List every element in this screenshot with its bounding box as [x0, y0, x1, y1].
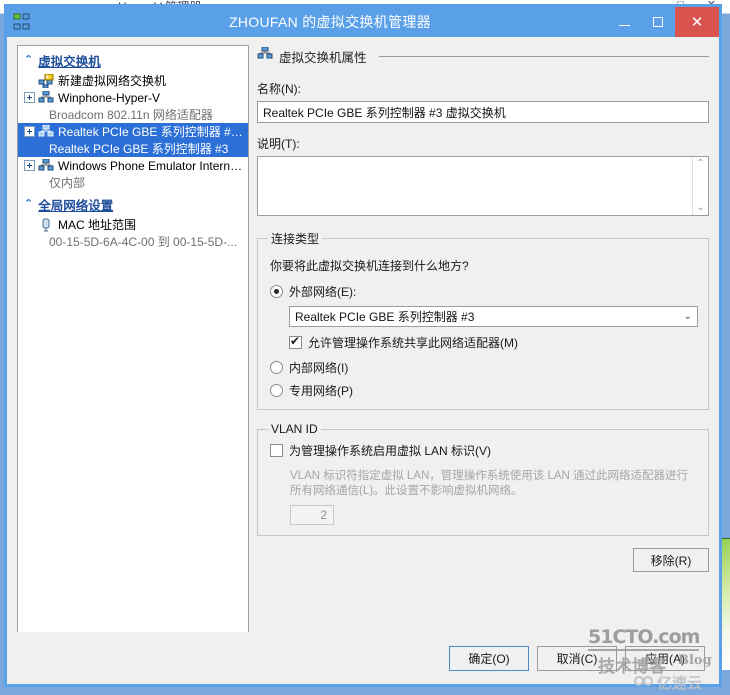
section-title: 虚拟交换机属性 [279, 51, 367, 65]
tree-item-mac-address-range[interactable]: MAC 地址范围 [18, 216, 248, 233]
radio-external-network[interactable]: 外部网络(E): [270, 283, 698, 300]
section-header: 虚拟交换机属性 [257, 46, 709, 66]
tree-item-winphone-hyperv[interactable]: Winphone-Hyper-V [18, 89, 248, 106]
title-bar[interactable]: ZHOUFAN 的虚拟交换机管理器 ✕ [7, 7, 719, 37]
virtual-switch-icon [38, 158, 54, 173]
allow-management-os-share-checkbox[interactable]: 允许管理操作系统共享此网络适配器(M) [289, 334, 698, 351]
cancel-button[interactable]: 取消(C) [537, 645, 617, 671]
radio-label: 内部网络(I) [289, 361, 349, 375]
radio-icon[interactable] [270, 361, 283, 374]
new-virtual-switch-icon [38, 73, 54, 88]
section-divider [378, 56, 709, 57]
tree-item-label: 新建虚拟网络交换机 [58, 74, 167, 88]
switch-name-input[interactable]: Realtek PCIe GBE 系列控制器 #3 虚拟交换机 [257, 101, 709, 123]
scroll-up-icon[interactable]: ⌃ [696, 159, 704, 169]
tree-item-wp-emulator-internal[interactable]: Windows Phone Emulator Internal ... [18, 157, 248, 174]
window-controls: ✕ [607, 7, 719, 37]
checkbox-icon[interactable] [270, 444, 283, 457]
apply-button[interactable]: 应用(A) [625, 645, 705, 671]
tree-subitem-mac-range-value[interactable]: 00-15-5D-6A-4C-00 到 00-15-5D-... [18, 233, 248, 250]
enable-vlan-checkbox[interactable]: 为管理操作系统启用虚拟 LAN 标识(V) [270, 442, 698, 459]
chevron-down-icon: ⌄ [683, 311, 692, 322]
checkbox-icon-checked[interactable] [289, 334, 302, 349]
tree-group-label: 全局网络设置 [38, 199, 114, 213]
tree-group-global-network-settings[interactable]: ⌃ 全局网络设置 [18, 193, 248, 216]
scroll-down-icon[interactable]: ⌄ [696, 203, 704, 213]
virtual-switch-properties-pane: 虚拟交换机属性 名称(N): Realtek PCIe GBE 系列控制器 #3… [257, 45, 709, 640]
radio-label: 外部网络(E): [289, 285, 357, 299]
tree-item-label: Realtek PCIe GBE 系列控制器 #3 ... [58, 125, 248, 139]
virtual-switch-icon [13, 13, 31, 31]
checkbox-label: 为管理操作系统启用虚拟 LAN 标识(V) [289, 444, 492, 458]
chevron-up-icon: ⌃ [24, 198, 34, 210]
description-scrollbar[interactable]: ⌃ ⌄ [692, 157, 708, 215]
name-label: 名称(N): [257, 82, 301, 96]
description-label: 说明(T): [257, 137, 300, 151]
radio-icon[interactable] [270, 384, 283, 397]
virtual-switch-icon [257, 46, 273, 66]
tree-item-new-virtual-switch[interactable]: 新建虚拟网络交换机 [18, 72, 248, 89]
virtual-switch-icon [38, 124, 54, 139]
remove-button-row: 移除(R) [257, 548, 709, 572]
switch-name-value: Realtek PCIe GBE 系列控制器 #3 虚拟交换机 [263, 105, 506, 120]
remove-button[interactable]: 移除(R) [633, 548, 709, 572]
virtual-switch-manager-dialog: ZHOUFAN 的虚拟交换机管理器 ✕ ⌃ 虚拟交换机 新建虚拟网络交换机 Wi… [4, 4, 722, 687]
vlan-id-group: VLAN ID 为管理操作系统启用虚拟 LAN 标识(V) VLAN 标识符指定… [257, 422, 709, 536]
external-adapter-value: Realtek PCIe GBE 系列控制器 #3 [295, 310, 475, 324]
close-button[interactable]: ✕ [675, 7, 719, 37]
radio-icon-selected[interactable] [270, 285, 283, 298]
tree-item-label: MAC 地址范围 [58, 218, 137, 232]
tree-subitem-internal-only[interactable]: 仅内部 [18, 174, 248, 191]
radio-private-network[interactable]: 专用网络(P) [270, 382, 698, 399]
expand-icon[interactable] [24, 92, 35, 103]
vlan-hint-text: VLAN 标识符指定虚拟 LAN，管理操作系统使用该 LAN 通过此网络适配器进… [290, 470, 689, 497]
minimize-button[interactable] [607, 7, 641, 37]
virtual-switch-icon [38, 90, 54, 105]
tree-subitem-label: Realtek PCIe GBE 系列控制器 #3 [49, 142, 229, 156]
tree-subitem-label: 仅内部 [49, 176, 86, 190]
radio-label: 专用网络(P) [289, 384, 353, 398]
connection-type-legend: 连接类型 [271, 232, 320, 246]
vlan-id-input[interactable]: 2 [290, 505, 334, 525]
mac-address-icon [38, 218, 54, 232]
screen: Hyper-V 管理器 ─ □ ✕ ZHOUFAN 的虚拟交换机管理器 ✕ [0, 0, 730, 695]
checkbox-label: 允许管理操作系统共享此网络适配器(M) [308, 336, 518, 350]
connection-type-question: 你要将此虚拟交换机连接到什么地方? [270, 259, 469, 273]
navigation-tree[interactable]: ⌃ 虚拟交换机 新建虚拟网络交换机 Winphone-Hyper-V Broad… [17, 45, 249, 640]
expand-icon[interactable] [24, 126, 35, 137]
external-adapter-select[interactable]: Realtek PCIe GBE 系列控制器 #3 ⌄ [289, 306, 698, 327]
tree-group-virtual-switches[interactable]: ⌃ 虚拟交换机 [18, 49, 248, 72]
description-textarea[interactable]: ⌃ ⌄ [257, 156, 709, 216]
maximize-button[interactable] [641, 7, 675, 37]
vlan-id-value: 2 [320, 508, 327, 522]
tree-subitem-label: 00-15-5D-6A-4C-00 到 00-15-5D-... [49, 235, 238, 249]
tree-subitem-label: Broadcom 802.11n 网络适配器 [49, 108, 213, 122]
close-icon: ✕ [690, 13, 704, 31]
expand-icon[interactable] [24, 160, 35, 171]
tree-item-label: Windows Phone Emulator Internal ... [58, 158, 248, 173]
radio-internal-network[interactable]: 内部网络(I) [270, 359, 698, 376]
connection-type-group: 连接类型 你要将此虚拟交换机连接到什么地方? 外部网络(E): Realtek … [257, 230, 709, 410]
chevron-up-icon: ⌃ [24, 54, 34, 66]
tree-group-label: 虚拟交换机 [38, 55, 101, 69]
tree-subitem-broadcom-adapter[interactable]: Broadcom 802.11n 网络适配器 [18, 106, 248, 123]
tree-subitem-realtek-adapter[interactable]: Realtek PCIe GBE 系列控制器 #3 [18, 140, 248, 157]
tree-item-realtek-switch[interactable]: Realtek PCIe GBE 系列控制器 #3 ... [18, 123, 248, 140]
ok-button[interactable]: 确定(O) [449, 645, 529, 671]
vlan-id-legend: VLAN ID [271, 422, 318, 436]
dialog-footer: 确定(O) 取消(C) 应用(A) [7, 632, 719, 684]
tree-item-label: Winphone-Hyper-V [58, 90, 161, 105]
dialog-client-area: ⌃ 虚拟交换机 新建虚拟网络交换机 Winphone-Hyper-V Broad… [7, 37, 719, 684]
